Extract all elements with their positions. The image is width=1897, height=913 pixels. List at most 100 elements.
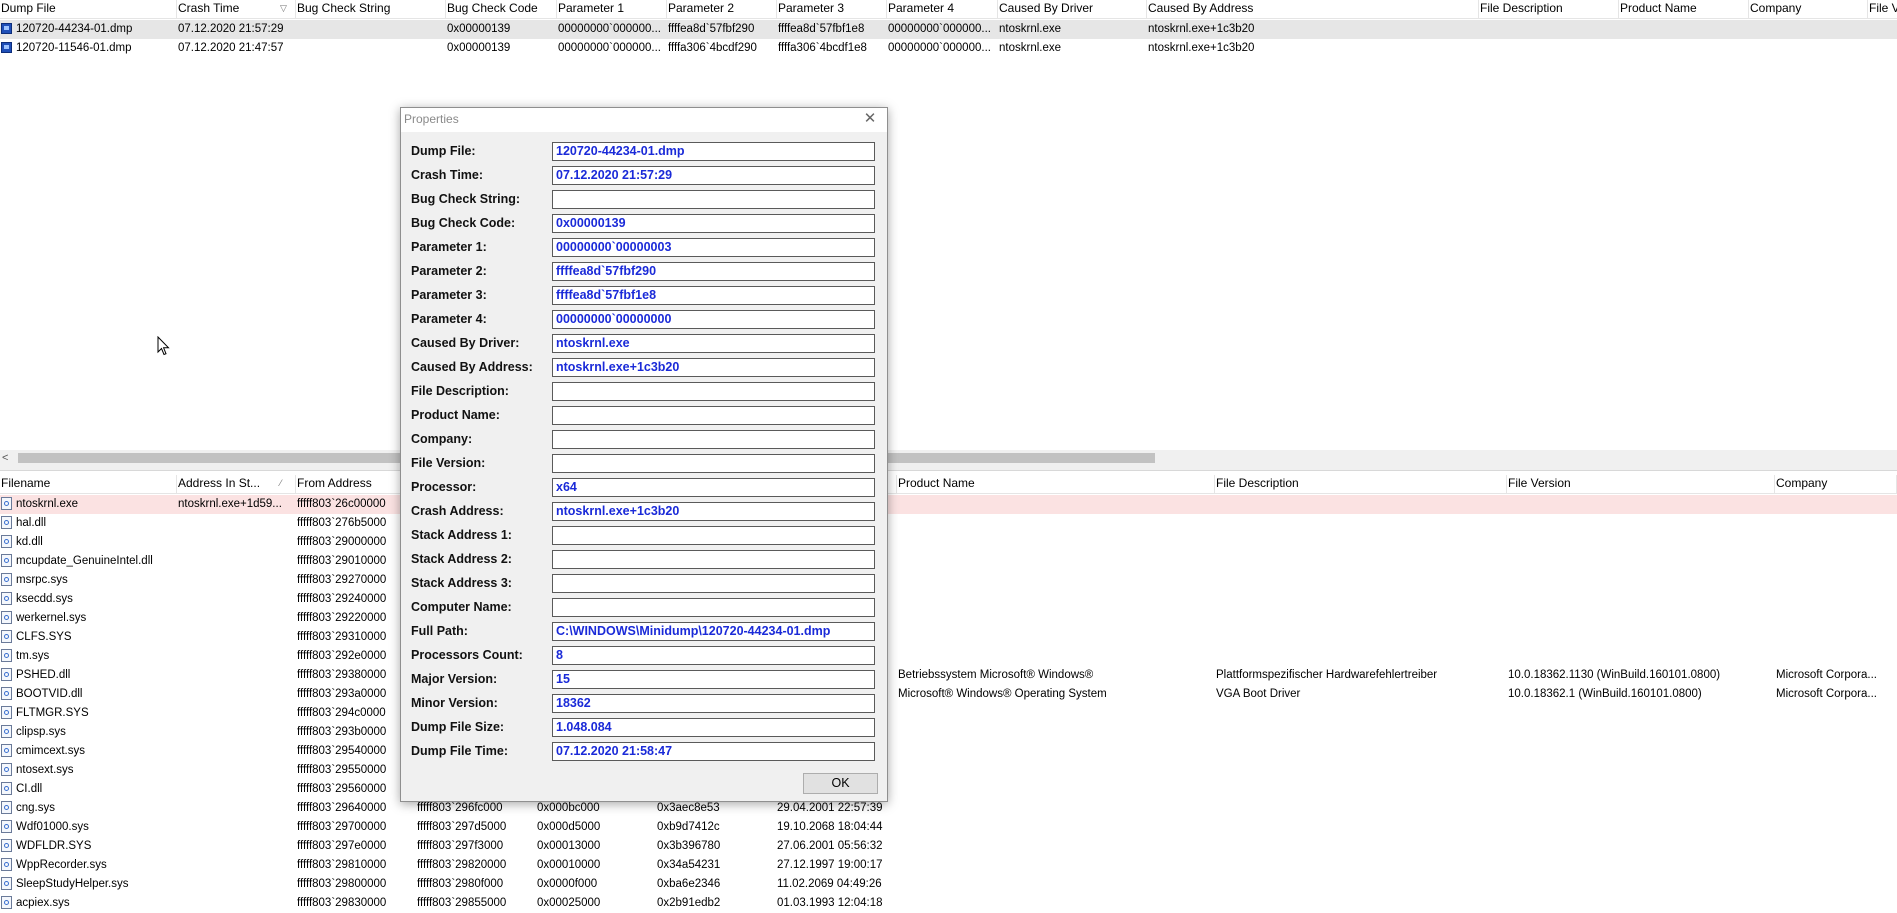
property-value-field[interactable]: ntoskrnl.exe — [552, 334, 875, 353]
top-header-parameter-3[interactable]: Parameter 3 — [777, 0, 887, 18]
cell-text: 0x00013000 — [537, 840, 601, 852]
top-header-parameter-4[interactable]: Parameter 4 — [887, 0, 998, 18]
table-cell: cmimcext.sys — [1, 742, 175, 761]
bottom-header-company[interactable]: Company — [1775, 475, 1897, 493]
cell-text: 00000000`000000... — [558, 23, 661, 35]
table-row[interactable]: BOOTVID.dll fffff803`293a0000 Microsoft® W… — [0, 685, 1897, 704]
horizontal-scrollbar[interactable]: < — [0, 450, 1897, 466]
top-header-file-description[interactable]: File Description — [1479, 0, 1619, 18]
cell-text: fffff803`2980f000 — [417, 878, 504, 890]
property-value-field[interactable] — [552, 550, 875, 569]
property-value-field[interactable]: ntoskrnl.exe+1c3b20 — [552, 358, 875, 377]
top-header-product-name[interactable]: Product Name — [1619, 0, 1749, 18]
top-header-parameter-2[interactable]: Parameter 2 — [667, 0, 777, 18]
top-header-crash-time[interactable]: Crash Time — [177, 0, 296, 18]
table-cell — [1508, 837, 1773, 856]
property-value-field[interactable]: 120720-44234-01.dmp — [552, 142, 875, 161]
property-value-field[interactable]: ffffea8d`57fbf1e8 — [552, 286, 875, 305]
table-row[interactable]: clipsp.sys fffff803`293b0000 — [0, 723, 1897, 742]
top-header-company[interactable]: Company — [1749, 0, 1868, 18]
top-header-bug-check-code[interactable]: Bug Check Code — [446, 0, 557, 18]
property-value-field[interactable]: 07.12.2020 21:57:29 — [552, 166, 875, 185]
top-header-caused-by-address[interactable]: Caused By Address — [1147, 0, 1479, 18]
property-value-field[interactable] — [552, 598, 875, 617]
property-value-field[interactable] — [552, 454, 875, 473]
ok-button[interactable]: OK — [803, 773, 878, 794]
property-value-field[interactable]: 18362 — [552, 694, 875, 713]
table-row[interactable]: SleepStudyHelper.sys fffff803`29800000 fff… — [0, 875, 1897, 894]
property-value-field[interactable] — [552, 430, 875, 449]
table-cell — [889, 761, 895, 780]
table-cell — [1869, 39, 1897, 58]
property-value-field[interactable]: C:\WINDOWS\Minidump\120720-44234-01.dmp — [552, 622, 875, 641]
table-row[interactable]: werkernel.sys fffff803`29220000 — [0, 609, 1897, 628]
bottom-header-file-description[interactable]: File Description — [1215, 475, 1507, 493]
bottom-header-product-name[interactable]: Product Name — [897, 475, 1215, 493]
table-row[interactable]: mcupdate_GenuineIntel.dll fffff803`290100… — [0, 552, 1897, 571]
table-cell: fffff803`29540000 — [297, 742, 414, 761]
property-parameter-2: Parameter 2: ffffea8d`57fbf290 — [411, 262, 877, 282]
table-cell: 0x34a54231 — [657, 856, 774, 875]
table-cell — [1776, 856, 1895, 875]
property-value-field[interactable]: ffffea8d`57fbf290 — [552, 262, 875, 281]
module-file-icon — [1, 516, 12, 529]
top-header-bug-check-string[interactable]: Bug Check String — [296, 0, 446, 18]
close-icon[interactable]: ✕ — [861, 110, 879, 128]
property-value-field[interactable]: 1.048.084 — [552, 718, 875, 737]
module-file-icon — [1, 877, 12, 890]
property-value-field[interactable]: x64 — [552, 478, 875, 497]
table-row[interactable]: acpiex.sys fffff803`29830000 fffff803`2985… — [0, 894, 1897, 913]
property-label: Caused By Address: — [411, 360, 533, 374]
bottom-header-col-7[interactable] — [888, 475, 897, 493]
bottom-header-from-address[interactable]: From Address — [296, 475, 416, 493]
dialog-title-bar[interactable]: Properties ✕ — [401, 108, 887, 132]
property-value-field[interactable]: ntoskrnl.exe+1c3b20 — [552, 502, 875, 521]
table-row[interactable]: WppRecorder.sys fffff803`29810000 fffff803… — [0, 856, 1897, 875]
property-value-field[interactable] — [552, 406, 875, 425]
table-row[interactable]: CI.dll fffff803`29560000 — [0, 780, 1897, 799]
bottom-header-file-version[interactable]: File Version — [1507, 475, 1775, 493]
table-row[interactable]: 120720-44234-01.dmp 07.12.2020 21:57:29 0x… — [0, 20, 1897, 39]
table-row[interactable]: hal.dll fffff803`276b5000 — [0, 514, 1897, 533]
pane-splitter[interactable] — [0, 466, 1897, 471]
property-value-field[interactable] — [552, 190, 875, 209]
table-row[interactable]: kd.dll fffff803`29000000 — [0, 533, 1897, 552]
table-row[interactable]: PSHED.dll fffff803`29380000 Betriebssystem… — [0, 666, 1897, 685]
scroll-left-icon[interactable]: < — [2, 450, 8, 466]
table-row[interactable]: ksecdd.sys fffff803`29240000 — [0, 590, 1897, 609]
table-cell: fffff803`29640000 — [297, 799, 414, 818]
table-row[interactable]: FLTMGR.SYS fffff803`294c0000 — [0, 704, 1897, 723]
top-header-caused-by-driver[interactable]: Caused By Driver — [998, 0, 1147, 18]
top-header-file-v[interactable]: File V — [1868, 0, 1897, 18]
table-row[interactable]: tm.sys fffff803`292e0000 — [0, 647, 1897, 666]
top-header-dump-file[interactable]: Dump File — [0, 0, 177, 18]
table-row[interactable]: cng.sys fffff803`29640000 fffff803`296fc00… — [0, 799, 1897, 818]
cell-text: 0x00010000 — [537, 859, 601, 871]
top-header-parameter-1[interactable]: Parameter 1 — [557, 0, 667, 18]
property-value-field[interactable]: 0x00000139 — [552, 214, 875, 233]
property-value-field[interactable] — [552, 526, 875, 545]
table-row[interactable]: cmimcext.sys fffff803`29540000 — [0, 742, 1897, 761]
property-value-field[interactable]: 00000000`00000000 — [552, 310, 875, 329]
table-cell — [178, 837, 294, 856]
property-label: Computer Name: — [411, 600, 512, 614]
property-value-field[interactable]: 15 — [552, 670, 875, 689]
table-row[interactable]: msrpc.sys fffff803`29270000 — [0, 571, 1897, 590]
property-value-field[interactable]: 00000000`00000003 — [552, 238, 875, 257]
property-caused-by-driver: Caused By Driver: ntoskrnl.exe — [411, 334, 877, 354]
cell-text: fffff803`293a0000 — [297, 688, 387, 700]
property-value-field[interactable]: 07.12.2020 21:58:47 — [552, 742, 875, 761]
table-row[interactable]: ntosext.sys fffff803`29550000 — [0, 761, 1897, 780]
table-row[interactable]: Wdf01000.sys fffff803`29700000 fffff803`29… — [0, 818, 1897, 837]
table-row[interactable]: WDFLDR.SYS fffff803`297e0000 fffff803`297f… — [0, 837, 1897, 856]
table-row[interactable]: 120720-11546-01.dmp 07.12.2020 21:47:57 0x… — [0, 39, 1897, 58]
property-value-field[interactable]: 8 — [552, 646, 875, 665]
table-cell: fffff803`297e0000 — [297, 837, 414, 856]
table-row[interactable]: CLFS.SYS fffff803`29310000 — [0, 628, 1897, 647]
bottom-header-filename[interactable]: Filename — [0, 475, 177, 493]
property-value-field[interactable] — [552, 382, 875, 401]
table-row[interactable]: ntoskrnl.exe ntoskrnl.exe+1d59... fffff803… — [0, 495, 1897, 514]
property-value-field[interactable] — [552, 574, 875, 593]
table-cell: fffff803`276b5000 — [297, 514, 414, 533]
bottom-header-address-in-st[interactable]: Address In St... — [177, 475, 296, 493]
